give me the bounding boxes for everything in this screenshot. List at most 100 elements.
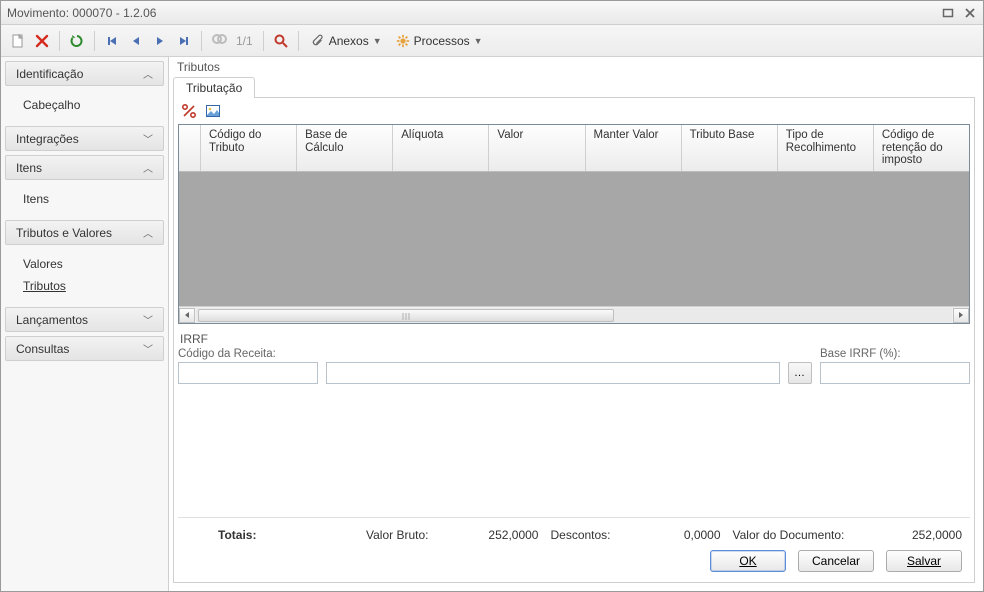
totais-label: Totais: [186, 528, 306, 542]
sidebar-group-integracoes[interactable]: Integrações ﹀ [5, 126, 164, 151]
base-irrf-label: Base IRRF (%): [820, 348, 970, 360]
percent-icon[interactable] [180, 102, 198, 120]
row-selector-header[interactable] [179, 125, 201, 171]
lookup-input[interactable] [326, 362, 780, 384]
sidebar-group-consultas[interactable]: Consultas ﹀ [5, 336, 164, 361]
horizontal-scrollbar[interactable] [179, 306, 969, 323]
descontos-value: 0,0000 [611, 528, 721, 542]
sidebar-item-itens[interactable]: Itens [5, 188, 164, 210]
column-header[interactable]: Manter Valor [586, 125, 682, 171]
sidebar-group-title: Identificação [16, 67, 83, 81]
tabstrip: Tributação [173, 75, 975, 97]
mini-toolbar [178, 102, 970, 124]
footer: Totais: Valor Bruto: 252,0000 Descontos:… [178, 517, 970, 578]
column-header[interactable]: Tipo de Recolhimento [778, 125, 874, 171]
ok-button[interactable]: OK [710, 550, 786, 572]
tab-tributacao[interactable]: Tributação [173, 77, 255, 98]
titlebar: Movimento: 000070 - 1.2.06 [1, 1, 983, 25]
column-header[interactable]: Alíquota [393, 125, 489, 171]
sidebar-group-title: Tributos e Valores [16, 226, 112, 240]
sidebar-group-identificacao[interactable]: Identificação ︿ [5, 61, 164, 86]
button-row: OK Cancelar Salvar [186, 550, 962, 578]
sidebar-group-title: Integrações [16, 132, 79, 146]
chevron-up-icon: ︿ [143, 160, 153, 175]
anexos-menu[interactable]: Anexos ▼ [305, 30, 388, 52]
scroll-thumb[interactable] [198, 309, 614, 322]
close-icon[interactable] [963, 6, 977, 20]
chevron-up-icon: ︿ [143, 225, 153, 240]
column-header[interactable]: Tributo Base [682, 125, 778, 171]
sidebar-group-body: Itens [5, 184, 164, 216]
tab-panel: Código do Tributo Base de Cálculo Alíquo… [173, 97, 975, 583]
sidebar-group-body: Cabeçalho [5, 90, 164, 122]
column-header[interactable]: Código do Tributo [201, 125, 297, 171]
separator [201, 31, 202, 51]
last-icon[interactable] [173, 30, 195, 52]
scroll-right-icon[interactable] [953, 308, 969, 323]
separator [94, 31, 95, 51]
new-icon[interactable] [7, 30, 29, 52]
valor-doc-value: 252,0000 [844, 528, 962, 542]
valor-bruto-value: 252,0000 [428, 528, 538, 542]
delete-icon[interactable] [31, 30, 53, 52]
chevron-down-icon: ﹀ [143, 341, 153, 356]
main: Identificação ︿ Cabeçalho Integrações ﹀ … [1, 57, 983, 591]
sidebar-group-itens[interactable]: Itens ︿ [5, 155, 164, 180]
grid-header: Código do Tributo Base de Cálculo Alíquo… [179, 125, 969, 172]
column-header[interactable]: Código de retenção do imposto [874, 125, 969, 171]
first-icon[interactable] [101, 30, 123, 52]
codigo-receita-input[interactable] [178, 362, 318, 384]
chevron-up-icon: ︿ [143, 66, 153, 81]
sidebar-group-title: Itens [16, 161, 42, 175]
chevron-down-icon: ﹀ [143, 312, 153, 327]
section-irrf: IRRF [178, 332, 970, 346]
save-button[interactable]: Salvar [886, 550, 962, 572]
sidebar-group-tributos-valores[interactable]: Tributos e Valores ︿ [5, 220, 164, 245]
separator [298, 31, 299, 51]
refresh-icon[interactable] [66, 30, 88, 52]
toolbar: 1/1 Anexos ▼ Processos ▼ [1, 25, 983, 57]
window-title: Movimento: 000070 - 1.2.06 [7, 6, 156, 20]
search-icon[interactable] [208, 30, 230, 52]
chevron-down-icon: ﹀ [143, 131, 153, 146]
scroll-left-icon[interactable] [179, 308, 195, 323]
scroll-track[interactable] [196, 308, 952, 323]
anexos-label: Anexos [329, 34, 369, 48]
chevron-down-icon: ▼ [474, 36, 483, 46]
valor-bruto-label: Valor Bruto: [366, 528, 428, 542]
gear-icon [396, 34, 410, 48]
sidebar-group-lancamentos[interactable]: Lançamentos ﹀ [5, 307, 164, 332]
prev-icon[interactable] [125, 30, 147, 52]
zoom-icon[interactable] [270, 30, 292, 52]
sidebar-group-title: Lançamentos [16, 313, 88, 327]
processos-label: Processos [414, 34, 470, 48]
valor-doc-label: Valor do Documento: [733, 528, 845, 542]
codigo-receita-label: Código da Receita: [178, 348, 318, 360]
maximize-icon[interactable] [941, 6, 955, 20]
window-buttons [941, 6, 977, 20]
processos-menu[interactable]: Processos ▼ [390, 30, 489, 52]
paperclip-icon [311, 34, 325, 48]
grid: Código do Tributo Base de Cálculo Alíquo… [178, 124, 970, 324]
grid-body[interactable] [179, 172, 969, 306]
spacer-label [326, 348, 780, 360]
column-header[interactable]: Valor [489, 125, 585, 171]
lookup-button[interactable]: … [788, 362, 812, 384]
base-irrf-input[interactable] [820, 362, 970, 384]
separator [59, 31, 60, 51]
sidebar-item-cabecalho[interactable]: Cabeçalho [5, 94, 164, 116]
sidebar-item-valores[interactable]: Valores [5, 253, 164, 275]
ellipsis-icon: … [794, 367, 806, 379]
separator [263, 31, 264, 51]
column-header[interactable]: Base de Cálculo [297, 125, 393, 171]
picture-icon[interactable] [204, 102, 222, 120]
sidebar-item-tributos[interactable]: Tributos [5, 275, 164, 297]
descontos-label: Descontos: [550, 528, 610, 542]
sidebar: Identificação ︿ Cabeçalho Integrações ﹀ … [1, 57, 169, 591]
sidebar-group-title: Consultas [16, 342, 69, 356]
next-icon[interactable] [149, 30, 171, 52]
totals-row: Totais: Valor Bruto: 252,0000 Descontos:… [186, 524, 962, 550]
cancel-button[interactable]: Cancelar [798, 550, 874, 572]
pager-label: 1/1 [232, 34, 257, 48]
sidebar-group-body: Valores Tributos [5, 249, 164, 303]
